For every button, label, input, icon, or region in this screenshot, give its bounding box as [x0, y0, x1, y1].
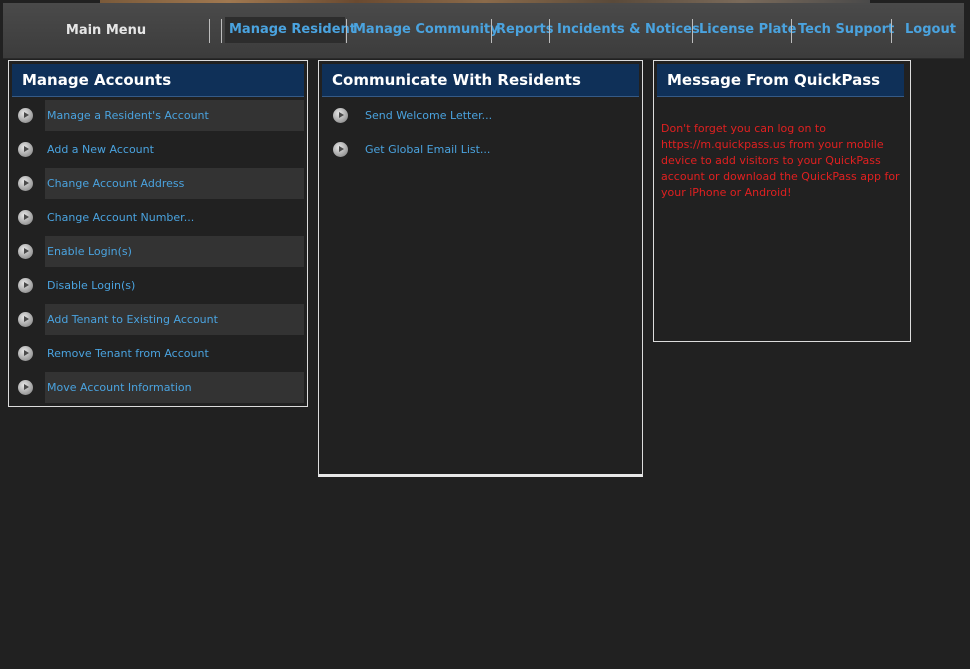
- message-panel: Message From QuickPass Don't forget you …: [653, 60, 911, 342]
- communicate-title: Communicate With Residents: [322, 64, 639, 97]
- manage-accounts-panel: Manage Accounts Manage a Resident's Acco…: [8, 60, 308, 407]
- add-tenant-link[interactable]: Add Tenant to Existing Account: [47, 304, 218, 335]
- play-arrow-icon: [18, 210, 33, 225]
- nav-separator: [891, 19, 892, 43]
- play-arrow-icon: [18, 278, 33, 293]
- menu-row[interactable]: Disable Login(s): [12, 270, 304, 301]
- get-global-email-list-link[interactable]: Get Global Email List...: [365, 134, 490, 165]
- top-navigation-bar: Main Menu Manage Resident Manage Communi…: [3, 3, 964, 59]
- add-new-account-link[interactable]: Add a New Account: [47, 134, 154, 165]
- message-title: Message From QuickPass: [657, 64, 904, 97]
- nav-separator: [549, 19, 550, 43]
- menu-row[interactable]: Manage a Resident's Account: [12, 100, 304, 131]
- play-arrow-icon: [18, 142, 33, 157]
- nav-separator: [491, 19, 492, 43]
- remove-tenant-link[interactable]: Remove Tenant from Account: [47, 338, 209, 369]
- play-arrow-icon: [18, 108, 33, 123]
- play-arrow-icon: [333, 142, 348, 157]
- play-arrow-icon: [18, 312, 33, 327]
- menu-row[interactable]: Enable Login(s): [12, 236, 304, 267]
- menu-row[interactable]: Add Tenant to Existing Account: [12, 304, 304, 335]
- nav-separator: [221, 19, 222, 43]
- nav-tech-support[interactable]: Tech Support: [798, 17, 894, 43]
- play-arrow-icon: [18, 176, 33, 191]
- menu-row[interactable]: Send Welcome Letter...: [327, 100, 644, 131]
- nav-incidents-notices[interactable]: Incidents & Notices: [557, 17, 700, 43]
- enable-logins-link[interactable]: Enable Login(s): [47, 236, 132, 267]
- menu-row[interactable]: Get Global Email List...: [327, 134, 644, 165]
- nav-separator: [209, 19, 210, 43]
- communicate-panel: Communicate With Residents Send Welcome …: [318, 60, 643, 477]
- nav-logout[interactable]: Logout: [905, 17, 956, 43]
- nav-manage-resident[interactable]: Manage Resident: [225, 17, 356, 43]
- nav-separator: [692, 19, 693, 43]
- nav-separator: [346, 19, 347, 43]
- disable-logins-link[interactable]: Disable Login(s): [47, 270, 135, 301]
- main-menu-label: Main Menu: [65, 23, 147, 38]
- nav-license-plate[interactable]: License Plate: [699, 17, 796, 43]
- nav-manage-community[interactable]: Manage Community: [353, 17, 499, 43]
- menu-row[interactable]: Change Account Number...: [12, 202, 304, 233]
- play-arrow-icon: [333, 108, 348, 123]
- menu-row[interactable]: Remove Tenant from Account: [12, 338, 304, 369]
- nav-reports[interactable]: Reports: [496, 17, 553, 43]
- play-arrow-icon: [18, 380, 33, 395]
- manage-resident-account-link[interactable]: Manage a Resident's Account: [47, 100, 209, 131]
- play-arrow-icon: [18, 346, 33, 361]
- menu-row[interactable]: Add a New Account: [12, 134, 304, 165]
- manage-accounts-title: Manage Accounts: [12, 64, 304, 97]
- change-account-number-link[interactable]: Change Account Number...: [47, 202, 194, 233]
- menu-row[interactable]: Move Account Information: [12, 372, 304, 403]
- play-arrow-icon: [18, 244, 33, 259]
- menu-row[interactable]: Change Account Address: [12, 168, 304, 199]
- move-account-information-link[interactable]: Move Account Information: [47, 372, 192, 403]
- nav-separator: [791, 19, 792, 43]
- message-text: Don't forget you can log on to https://m…: [661, 122, 900, 199]
- change-account-address-link[interactable]: Change Account Address: [47, 168, 184, 199]
- send-welcome-letter-link[interactable]: Send Welcome Letter...: [365, 100, 492, 131]
